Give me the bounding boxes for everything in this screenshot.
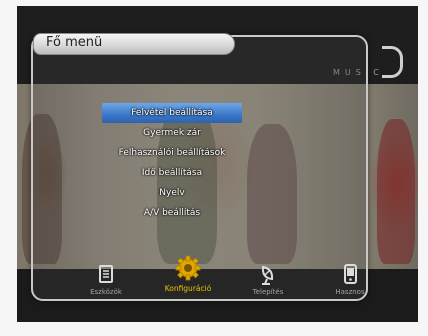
channel-logo-fragment — [382, 46, 403, 78]
settings-menu: Felvétel beállítása Gyermek zár Felhaszn… — [102, 103, 242, 223]
menu-item-recording-settings[interactable]: Felvétel beállítása — [102, 103, 242, 123]
document-icon — [99, 265, 113, 283]
bottom-item-label: Telepítés — [252, 288, 284, 296]
menu-item-language[interactable]: Nyelv — [102, 183, 242, 203]
bottom-item-label: Eszközök — [90, 288, 122, 296]
bottom-item-label: Konfiguráció — [164, 284, 212, 293]
page-title: Fő menü — [46, 35, 103, 50]
bottom-item-label: Hasznos — [335, 288, 365, 296]
satellite-dish-icon — [261, 265, 274, 285]
menu-item-time-settings[interactable]: Idő beállítása — [102, 163, 242, 183]
bottom-item-useful[interactable]: Hasznos — [320, 263, 380, 296]
menu-item-av-settings[interactable]: A/V beállítás — [102, 203, 242, 223]
bottom-item-tools[interactable]: Eszközök — [76, 263, 136, 296]
bottom-item-installation[interactable]: Telepítés — [238, 263, 298, 296]
handheld-icon — [344, 264, 357, 284]
menu-item-user-settings[interactable]: Felhasználói beállítások — [102, 143, 242, 163]
gear-icon — [175, 255, 201, 281]
menu-item-parental-lock[interactable]: Gyermek zár — [102, 123, 242, 143]
title-bar: Fő menü — [33, 33, 235, 55]
bottom-item-configuration[interactable]: Konfiguráció — [158, 255, 218, 293]
